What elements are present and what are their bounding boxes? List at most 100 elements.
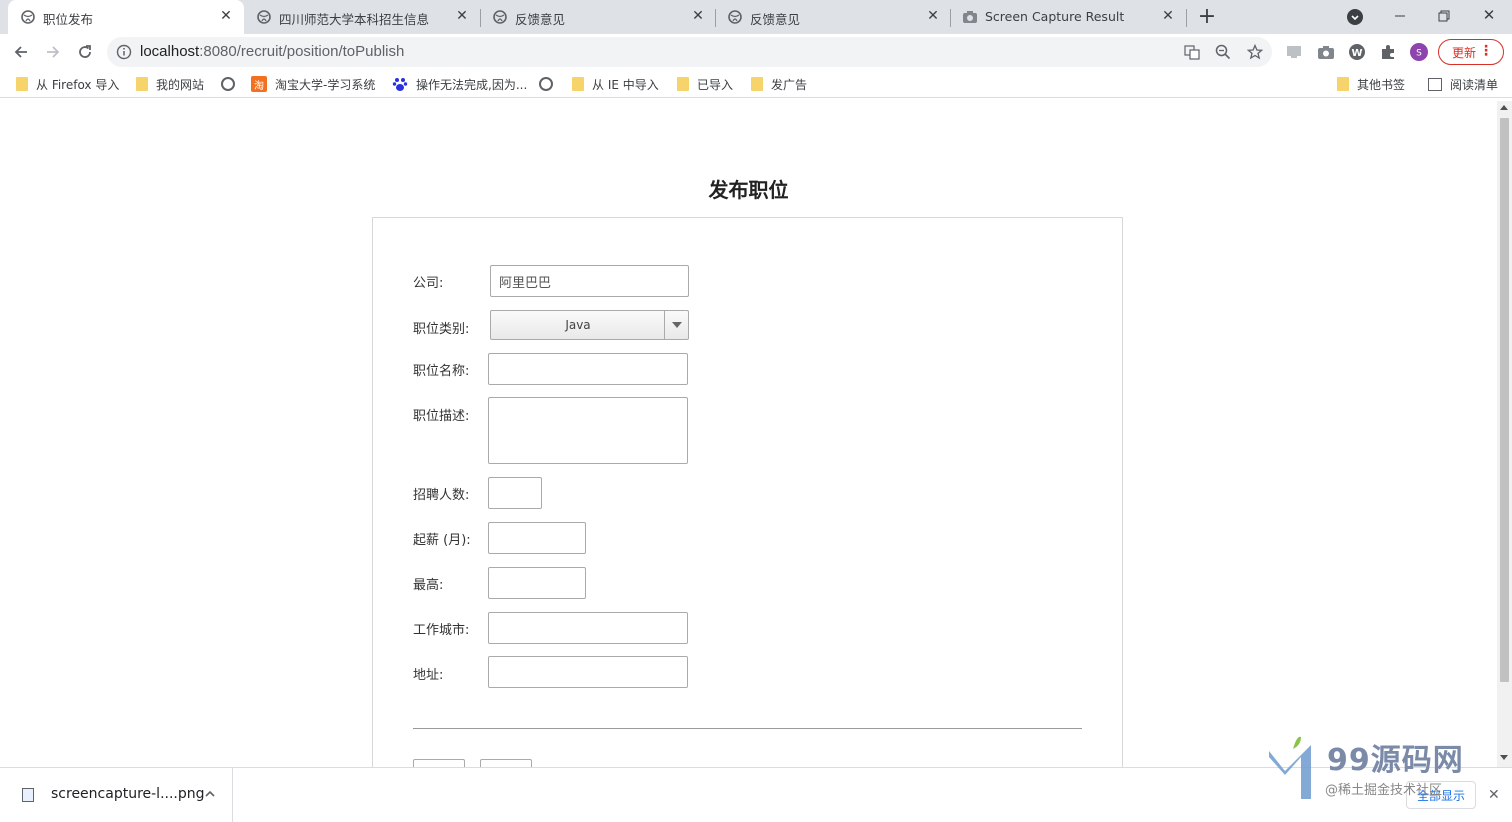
tab-title: Screen Capture Result [985,9,1125,24]
bookmark-label: 从 IE 中导入 [592,77,659,92]
description-textarea[interactable] [488,397,688,464]
bookmark-label: 从 Firefox 导入 [36,77,120,92]
category-select[interactable]: Java [490,310,689,340]
star-icon[interactable] [1247,44,1263,60]
translate-icon[interactable] [1184,44,1200,60]
bookmark-ie-import[interactable]: 从 IE 中导入 [572,75,659,93]
salary-max-input[interactable] [488,567,586,599]
toolbar: localhost:8080/recruit/position/toPublis… [0,34,1512,70]
publish-form: 公司: 阿里巴巴 职位类别: Java 职位名称: 职位描述: 招聘人数: 起薪… [372,217,1123,767]
submit-button[interactable] [413,759,465,767]
close-icon[interactable]: ✕ [454,8,470,24]
bookmark-other[interactable]: 其他书签 [1337,75,1405,93]
tab-screen-capture[interactable]: Screen Capture Result ✕ [950,0,1186,34]
watermark-logo-icon [1269,736,1311,799]
reload-icon[interactable] [73,40,97,64]
close-icon[interactable]: ✕ [925,8,941,24]
bookmark-firefox-import[interactable]: 从 Firefox 导入 [16,75,119,93]
bookmark-taobao-university[interactable]: 淘淘宝大学-学习系统 [251,75,375,93]
bookmark-globe[interactable] [221,75,243,93]
cast-icon[interactable] [1285,43,1303,61]
restore-icon[interactable] [1436,8,1452,24]
tab-title: 反馈意见 [750,12,801,27]
close-icon[interactable]: ✕ [218,8,234,24]
scroll-thumb[interactable] [1500,118,1509,682]
folder-icon [572,77,584,91]
globe-icon [539,77,553,91]
extensions-puzzle-icon[interactable] [1379,43,1397,61]
chevron-down-icon [664,311,688,339]
chevron-up-icon[interactable] [204,785,216,797]
bookmark-my-site[interactable]: 我的网站 [136,75,204,93]
company-input[interactable]: 阿里巴巴 [490,265,689,297]
info-icon[interactable] [116,44,132,60]
position-name-input[interactable] [488,353,688,385]
close-icon[interactable]: ✕ [690,8,706,24]
headcount-input[interactable] [488,477,542,509]
window-close-icon[interactable]: ✕ [1481,7,1497,23]
bookmark-ads[interactable]: 发广告 [751,75,807,93]
city-input[interactable] [488,612,688,644]
url-path: :8080/recruit/position/toPublish [199,43,405,60]
category-value: Java [565,318,591,332]
download-item[interactable]: screencapture-l....png [0,768,233,822]
baidu-paw-icon [392,76,408,92]
globe-icon [256,9,272,25]
new-tab-icon[interactable]: + [1197,6,1217,28]
address-input[interactable] [488,656,688,688]
reading-list[interactable]: 阅读清单 [1428,75,1498,93]
camera-icon [962,9,978,25]
watermark: 99源码网 @稀土掘金技术社区 [1265,735,1505,805]
bookmark-label: 阅读清单 [1450,77,1499,92]
category-label: 职位类别: [413,322,470,337]
bookmark-operation-failed[interactable]: 操作无法完成,因为... [392,75,527,93]
profile-avatar[interactable]: S [1410,43,1428,61]
headcount-label: 招聘人数: [413,488,470,503]
bookmark-label: 发广告 [771,77,808,92]
globe-icon [492,9,508,25]
taobao-icon: 淘 [251,76,267,92]
bookmarks-bar: 从 Firefox 导入 我的网站 淘淘宝大学-学习系统 操作无法完成,因为..… [0,70,1512,98]
back-icon[interactable] [9,40,33,64]
screenshot-icon[interactable] [1317,43,1335,61]
page-title: 发布职位 [708,178,789,202]
reading-list-icon [1428,77,1442,91]
close-icon[interactable]: ✕ [1160,8,1176,24]
tab-title: 四川师范大学本科招生信息网 [279,12,429,27]
scroll-up-icon[interactable] [1500,105,1508,110]
tab-position-publish[interactable]: 职位发布 ✕ [8,0,244,34]
tab-separator [1186,9,1187,27]
tab-sicnu[interactable]: 四川师范大学本科招生信息网 ✕ [244,0,480,34]
minimize-icon[interactable] [1392,8,1408,24]
update-button[interactable]: 更新 ⋮ [1438,39,1504,65]
salary-min-input[interactable] [488,522,586,554]
globe-icon [20,9,36,25]
profile-initial: S [1416,48,1422,58]
bookmark-imported[interactable]: 已导入 [677,75,733,93]
scrollbar[interactable] [1497,101,1512,767]
zoom-icon[interactable] [1215,44,1231,60]
folder-icon [677,77,689,91]
page-content: 发布职位 公司: 阿里巴巴 职位类别: Java 职位名称: 职位描述: 招聘人… [0,101,1497,767]
extension-w-icon[interactable]: W [1348,43,1366,61]
tab-title: 职位发布 [43,12,94,27]
forward-icon[interactable] [41,40,65,64]
salary-max-label: 最高: [413,578,444,593]
bookmark-label: 操作无法完成,因为... [416,77,528,92]
address-label: 地址: [413,668,444,683]
image-file-icon [22,788,34,802]
reset-button[interactable] [480,759,532,767]
watermark-subtext: @稀土掘金技术社区 [1325,783,1443,798]
svg-text:W: W [1351,48,1362,59]
tab-feedback-2[interactable]: 反馈意见 ✕ [715,0,951,34]
folder-icon [1337,77,1349,91]
kebab-menu-icon: ⋮ [1479,43,1493,59]
watermark-text: 99源码网 [1327,743,1464,778]
bookmark-label: 我的网站 [156,77,205,92]
address-bar[interactable]: localhost:8080/recruit/position/toPublis… [107,37,1272,67]
form-divider [413,728,1082,729]
update-label: 更新 [1452,45,1477,60]
tab-search-icon[interactable] [1347,9,1363,25]
bookmark-globe-2[interactable] [539,75,561,93]
tab-feedback-1[interactable]: 反馈意见 ✕ [480,0,716,34]
